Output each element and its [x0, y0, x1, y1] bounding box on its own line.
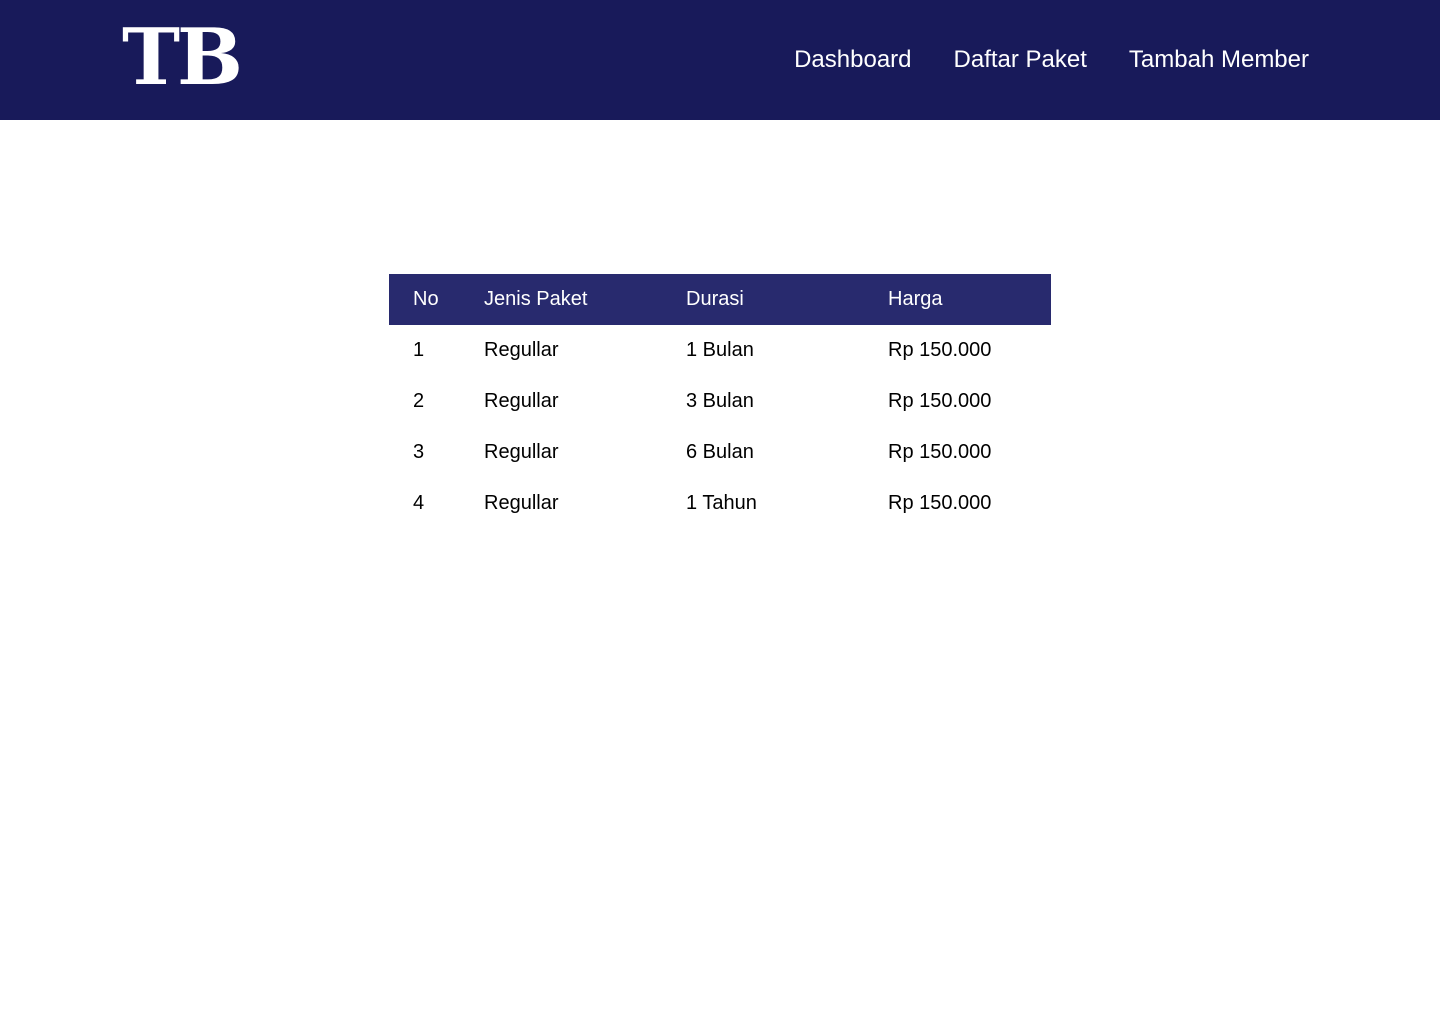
- table-body: 1 Regullar 1 Bulan Rp 150.000 2 Regullar…: [389, 325, 1051, 529]
- table-header-row: No Jenis Paket Durasi Harga: [389, 274, 1051, 325]
- cell-no: 1: [413, 339, 425, 361]
- cell-harga: Rp 150.000: [888, 492, 992, 514]
- brand-logo[interactable]: TB: [122, 18, 243, 98]
- nav-link-daftar-paket[interactable]: Daftar Paket: [954, 46, 1087, 74]
- column-header-durasi: Durasi: [686, 288, 744, 310]
- top-navbar: TB Dashboard Daftar Paket Tambah Member: [0, 0, 1440, 120]
- cell-durasi: 1 Tahun: [686, 492, 757, 514]
- cell-no: 3: [413, 441, 425, 463]
- table-row: 2 Regullar 3 Bulan Rp 150.000: [389, 376, 1051, 427]
- cell-durasi: 1 Bulan: [686, 339, 754, 361]
- cell-durasi: 6 Bulan: [686, 441, 754, 463]
- table-header: No Jenis Paket Durasi Harga: [389, 274, 1051, 325]
- cell-durasi: 3 Bulan: [686, 390, 754, 412]
- main-nav: Dashboard Daftar Paket Tambah Member: [794, 0, 1309, 120]
- package-table: No Jenis Paket Durasi Harga 1 Regullar 1…: [389, 274, 1051, 529]
- nav-link-tambah-member[interactable]: Tambah Member: [1129, 46, 1309, 74]
- cell-harga: Rp 150.000: [888, 441, 992, 463]
- cell-harga: Rp 150.000: [888, 390, 992, 412]
- table-row: 3 Regullar 6 Bulan Rp 150.000: [389, 427, 1051, 478]
- table-row: 1 Regullar 1 Bulan Rp 150.000: [389, 325, 1051, 376]
- table-row: 4 Regullar 1 Tahun Rp 150.000: [389, 478, 1051, 529]
- cell-harga: Rp 150.000: [888, 339, 992, 361]
- package-table-container: No Jenis Paket Durasi Harga 1 Regullar 1…: [389, 274, 1051, 529]
- column-header-jenis-paket: Jenis Paket: [484, 288, 588, 310]
- cell-jenis-paket: Regullar: [484, 339, 559, 361]
- nav-link-dashboard[interactable]: Dashboard: [794, 46, 911, 74]
- cell-jenis-paket: Regullar: [484, 492, 559, 514]
- cell-jenis-paket: Regullar: [484, 390, 559, 412]
- column-header-no: No: [413, 288, 439, 310]
- column-header-harga: Harga: [888, 288, 943, 310]
- cell-no: 2: [413, 390, 425, 412]
- cell-jenis-paket: Regullar: [484, 441, 559, 463]
- cell-no: 4: [413, 492, 425, 514]
